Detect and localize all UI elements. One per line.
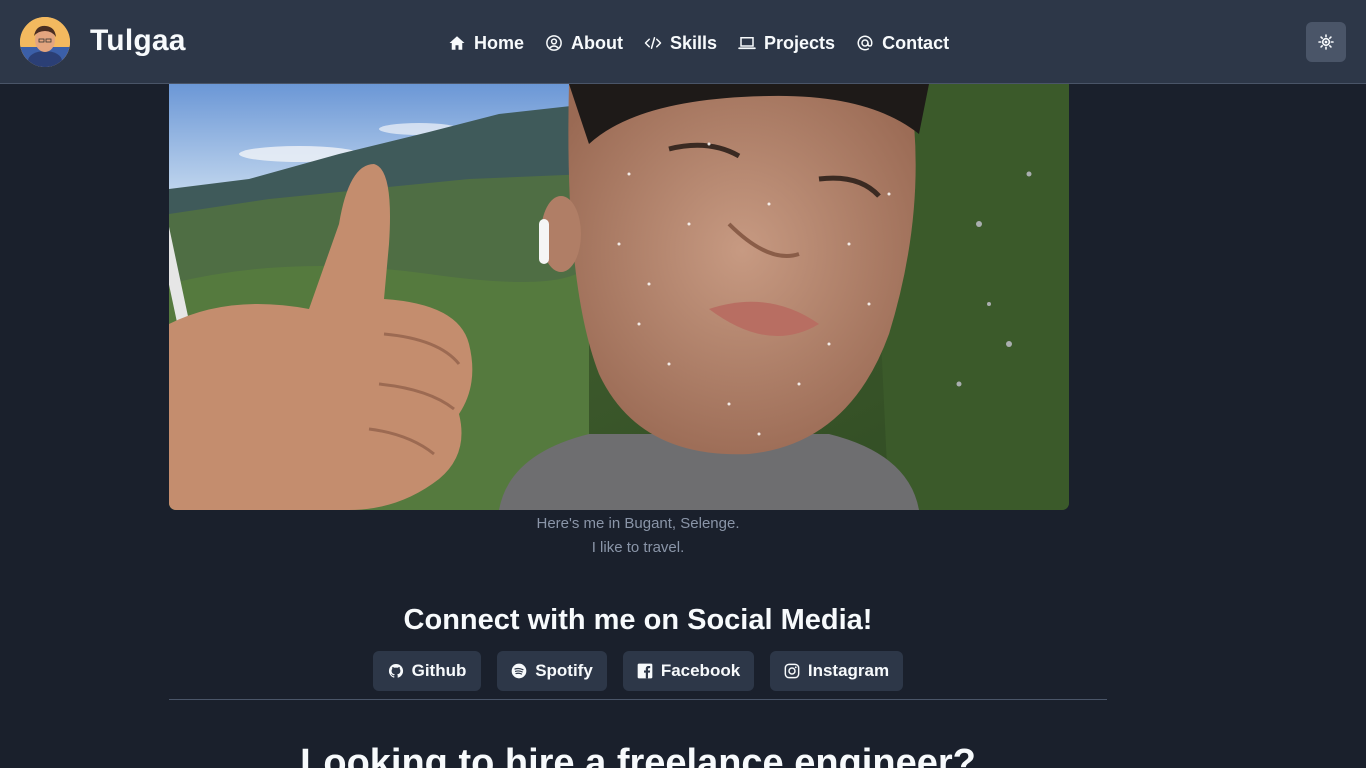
photo-caption-line1: Here's me in Bugant, Selenge. xyxy=(536,515,740,532)
hire-heading: Looking to hire a freelance engineer? xyxy=(300,742,976,768)
theme-toggle-button[interactable] xyxy=(1306,22,1346,62)
at-icon xyxy=(857,35,873,51)
github-label: Github xyxy=(411,661,467,680)
facebook-button[interactable]: Facebook xyxy=(623,651,754,691)
brand-name[interactable]: Tulgaa xyxy=(90,24,186,58)
spotify-label: Spotify xyxy=(535,661,593,680)
github-button[interactable]: Github xyxy=(373,651,481,691)
nav-skills-label: Skills xyxy=(670,32,718,53)
code-icon xyxy=(644,37,662,49)
nav-about[interactable]: About xyxy=(545,33,623,54)
home-icon xyxy=(449,36,465,50)
travel-photo xyxy=(169,84,1069,510)
laptop-icon xyxy=(738,37,756,50)
photo-caption-line2: I like to travel. xyxy=(591,539,685,556)
nav-projects[interactable]: Projects xyxy=(738,33,835,54)
nav-home[interactable]: Home xyxy=(448,33,524,54)
nav-contact-label: Contact xyxy=(882,32,950,53)
nav-about-label: About xyxy=(571,32,623,53)
nav-contact[interactable]: Contact xyxy=(856,33,949,54)
nav-skills[interactable]: Skills xyxy=(644,33,717,54)
instagram-label: Instagram xyxy=(807,661,890,680)
instagram-icon xyxy=(784,663,800,679)
navbar: Tulgaa Home About Skills Projects Contac… xyxy=(0,0,1366,84)
avatar[interactable] xyxy=(20,17,70,67)
facebook-label: Facebook xyxy=(660,661,741,680)
facebook-icon xyxy=(637,663,653,679)
nav-home-label: Home xyxy=(474,32,525,53)
instagram-button[interactable]: Instagram xyxy=(770,651,903,691)
spotify-icon xyxy=(511,663,527,679)
social-heading: Connect with me on Social Media! xyxy=(403,604,873,636)
nav-projects-label: Projects xyxy=(764,32,836,53)
sun-icon xyxy=(1318,34,1334,50)
social-links: Github Spotify Facebook Instagram xyxy=(373,651,919,691)
main-nav: Home About Skills Projects Contact xyxy=(448,30,949,56)
github-icon xyxy=(388,663,403,678)
section-divider xyxy=(169,699,1107,700)
spotify-button[interactable]: Spotify xyxy=(497,651,607,691)
user-circle-icon xyxy=(546,35,562,51)
